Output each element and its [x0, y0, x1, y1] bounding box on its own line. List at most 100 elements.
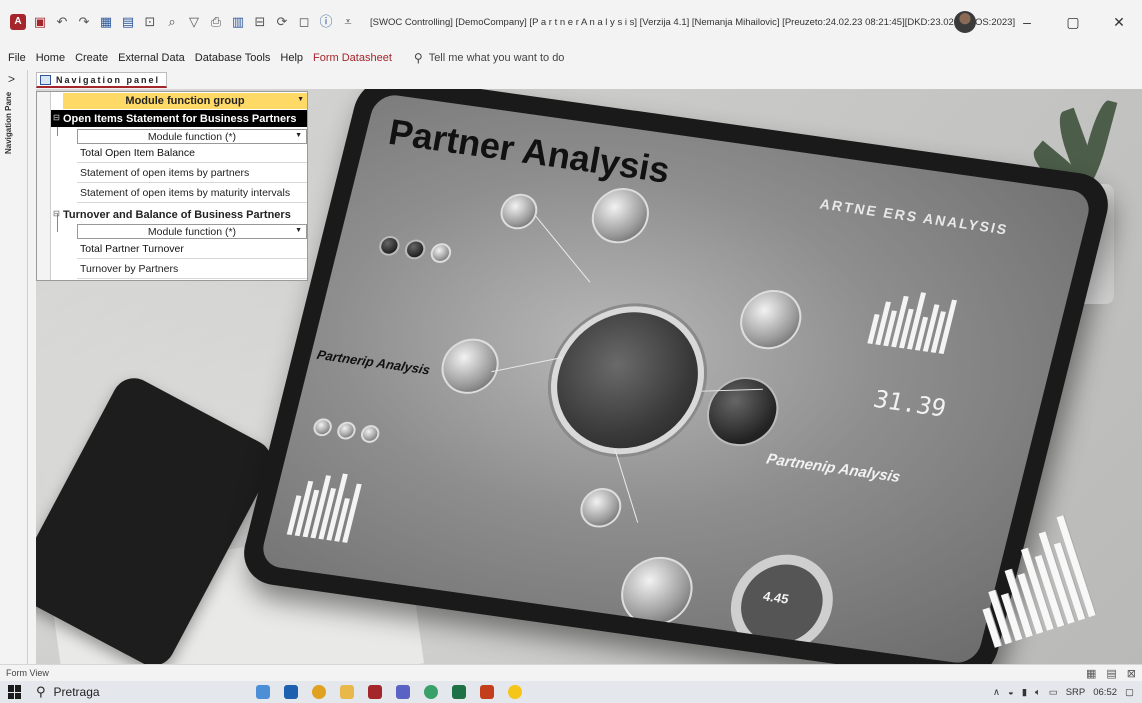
group-title: Open Items Statement for Business Partne…	[63, 112, 297, 125]
excel-icon[interactable]	[452, 685, 466, 699]
browser-icon[interactable]	[424, 685, 438, 699]
info-icon[interactable]: ⓘ	[318, 14, 334, 30]
module-function-subheader[interactable]: Module function (*) ▼	[77, 129, 307, 144]
module-function-label: Module function (*)	[147, 225, 237, 238]
navigation-pane-collapsed[interactable]: > Navigation Pane	[0, 70, 28, 664]
tab-create[interactable]: Create	[75, 52, 108, 64]
form-view-icon[interactable]: ▦	[98, 14, 114, 30]
list-item-open-items-by-partners[interactable]: Statement of open items by partners	[77, 164, 307, 183]
notifications-icon[interactable]: ▢	[1125, 687, 1134, 698]
dropdown-arrow-icon[interactable]: ▼	[297, 96, 304, 103]
tell-me-box[interactable]: ⚲ Tell me what you want to do	[414, 51, 565, 65]
network-node	[402, 238, 428, 261]
tab-help[interactable]: Help	[280, 52, 303, 64]
tablet-small-caps: ARTNE ERS ANALYSIS	[818, 195, 1011, 238]
dropdown-arrow-icon[interactable]: ▼	[295, 227, 302, 234]
close-button[interactable]: ✕	[1096, 0, 1142, 44]
list-item-open-items-by-maturity[interactable]: Statement of open items by maturity inte…	[77, 184, 307, 203]
tab-external-data[interactable]: External Data	[118, 52, 185, 64]
group-open-items[interactable]: ⊟ Open Items Statement for Business Part…	[51, 110, 307, 127]
record-selector-gutter[interactable]	[37, 92, 51, 280]
network-node	[496, 191, 542, 232]
collapse-icon[interactable]: ⊟	[53, 113, 60, 122]
tab-file[interactable]: File	[8, 52, 26, 64]
tablet-bar-chart	[867, 285, 958, 354]
collapse-icon[interactable]: ⊟	[53, 209, 60, 218]
tablet-counter: 31.39	[870, 385, 949, 423]
list-item-total-partner-turnover[interactable]: Total Partner Turnover	[77, 240, 307, 259]
expand-chevron-icon[interactable]: >	[8, 72, 15, 86]
document-tab[interactable]: Navigation panel	[36, 72, 168, 88]
layout-view-switch-icon[interactable]: ▤	[1106, 667, 1116, 680]
access-icon[interactable]	[368, 685, 382, 699]
access-logo-icon[interactable]: A	[10, 14, 26, 30]
view-switcher: ▦ ▤ ⊠	[1086, 665, 1136, 681]
chrome-icon[interactable]	[312, 685, 326, 699]
form-view-switch-icon[interactable]: ▦	[1086, 667, 1096, 680]
network-node	[435, 335, 505, 398]
avatar[interactable]	[954, 11, 976, 33]
volume-icon[interactable]: 🔈︎	[1035, 687, 1041, 698]
display-icon[interactable]: ▭	[1049, 687, 1058, 698]
navigation-pane-label: Navigation Pane	[4, 92, 13, 155]
group-turnover-balance[interactable]: ⊟ Turnover and Balance of Business Partn…	[51, 206, 307, 223]
globe-graphic	[534, 296, 721, 464]
minimize-button[interactable]: –	[1004, 0, 1050, 44]
navigation-panel: Module function group ▼ ⊟ Open Items Sta…	[36, 91, 308, 281]
module-function-group-header[interactable]: Module function group ▼	[63, 93, 307, 109]
undo-icon[interactable]: ↶	[54, 14, 70, 30]
refresh-icon[interactable]: ⟳	[274, 14, 290, 30]
taskbar-search[interactable]: ⚲ Pretraga	[36, 684, 216, 700]
tablet-screen: Partner Analysis Partnerip Analysis Part…	[258, 92, 1094, 664]
datasheet-icon[interactable]: ▤	[120, 14, 136, 30]
table-icon[interactable]: ▥	[230, 14, 246, 30]
status-view-label: Form View	[6, 667, 49, 678]
connector-line	[535, 215, 591, 283]
network-icon[interactable]: ◒	[1008, 687, 1014, 698]
close-form-icon[interactable]: ◻	[296, 14, 312, 30]
design-icon[interactable]: ⊟	[252, 14, 268, 30]
group-title: Turnover and Balance of Business Partner…	[63, 208, 291, 221]
network-node	[699, 372, 786, 451]
network-node	[585, 184, 655, 247]
emoji-icon[interactable]	[508, 685, 522, 699]
tab-home[interactable]: Home	[36, 52, 65, 64]
dropdown-arrow-icon[interactable]: ▼	[295, 132, 302, 139]
network-node	[377, 234, 402, 257]
tab-form-datasheet[interactable]: Form Datasheet	[313, 52, 392, 64]
search-icon[interactable]: ⌕	[164, 14, 180, 30]
module-function-subheader[interactable]: Module function (*) ▼	[77, 224, 307, 239]
taskbar-search-placeholder: Pretraga	[53, 685, 100, 699]
network-node	[428, 241, 454, 265]
lightbulb-search-icon: ⚲	[413, 51, 423, 65]
tablet-subtitle-left: Partnerip Analysis	[315, 347, 432, 378]
clock[interactable]: 06:52	[1093, 687, 1117, 698]
battery-icon[interactable]: ▮	[1022, 687, 1027, 698]
print-icon[interactable]: ⎙	[208, 14, 224, 30]
quick-access-toolbar: A ▣ ↶ ↷ ▦ ▤ ⊡ ⌕ ▽ ⎙ ▥ ⊟ ⟳ ◻ ⓘ ⩡ [SWOC Co…	[0, 0, 1015, 44]
outlook-icon[interactable]	[284, 685, 298, 699]
chevron-up-icon[interactable]: ∧	[993, 687, 1000, 698]
search-icon: ⚲	[36, 684, 46, 699]
restore-button[interactable]: ▢	[1050, 0, 1096, 44]
windows-start-icon[interactable]	[8, 685, 22, 699]
taskbar-apps	[256, 685, 522, 699]
customize-icon[interactable]: ⩡	[340, 14, 356, 30]
save-icon[interactable]: ▣	[32, 14, 48, 30]
sort-icon[interactable]: ▽	[186, 14, 202, 30]
teams-icon[interactable]	[396, 685, 410, 699]
powerpoint-icon[interactable]	[480, 685, 494, 699]
tablet-line-chart	[286, 466, 364, 543]
connector-line	[491, 357, 563, 373]
ribbon-tabs: File Home Create External Data Database …	[0, 48, 1142, 68]
redo-icon[interactable]: ↷	[76, 14, 92, 30]
filter-icon[interactable]: ⊡	[142, 14, 158, 30]
tab-database-tools[interactable]: Database Tools	[195, 52, 271, 64]
design-view-switch-icon[interactable]: ⊠	[1127, 667, 1136, 680]
language-indicator[interactable]: SRP	[1066, 687, 1086, 698]
list-item-total-open-item-balance[interactable]: Total Open Item Balance	[77, 144, 307, 163]
folder-icon[interactable]	[340, 685, 354, 699]
file-explorer-icon[interactable]	[256, 685, 270, 699]
tell-me-text: Tell me what you want to do	[428, 52, 565, 64]
list-item-turnover-by-partners[interactable]: Turnover by Partners	[77, 260, 307, 279]
